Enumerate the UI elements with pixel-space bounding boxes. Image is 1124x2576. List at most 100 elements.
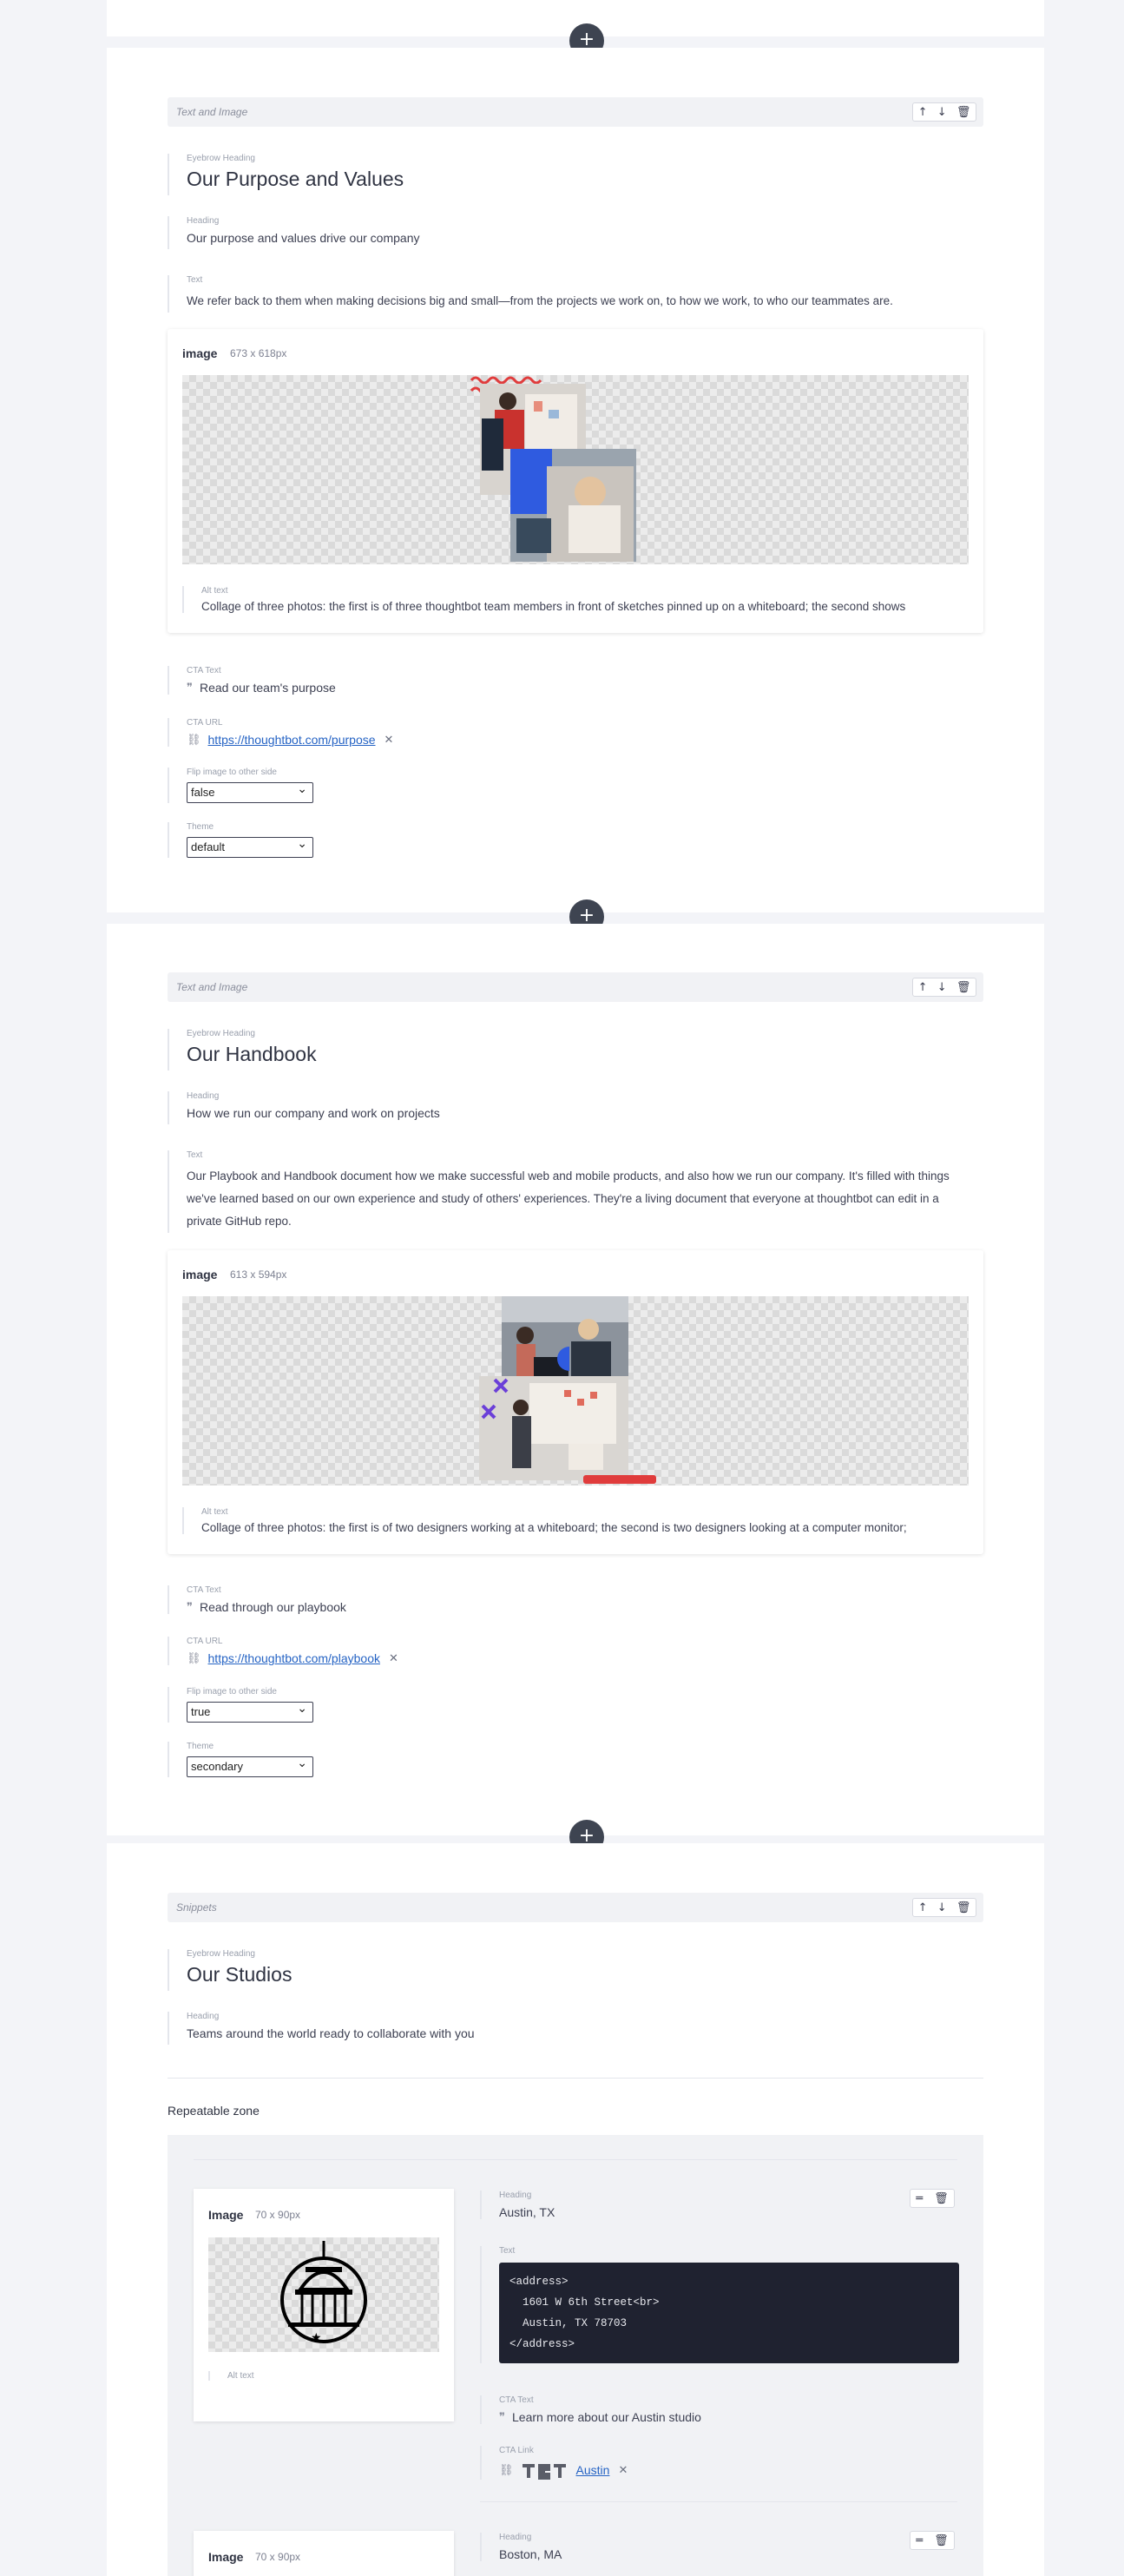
alt-text-field[interactable]: Alt text Collage of three photos: the fi… [182, 1507, 968, 1534]
field-label: CTA Text [187, 666, 221, 675]
cta-text-field[interactable]: CTA Text ❞ Read our team's purpose [168, 666, 336, 695]
drag-handle-icon[interactable]: ═ [916, 2534, 923, 2547]
capitol-building-icon: ★ [280, 2241, 367, 2345]
item-heading-field[interactable]: Heading Austin, TX [480, 2191, 555, 2219]
item-heading-field[interactable]: Heading Boston, MA [480, 2533, 562, 2561]
delete-icon[interactable]: 🗑 [934, 2192, 949, 2205]
field-label: Text [187, 275, 203, 285]
heading-field[interactable]: Heading How we run our company and work … [168, 1091, 440, 1124]
block-controls: ↑ ↓ 🗑 [912, 1898, 976, 1917]
alt-text[interactable]: Collage of three photos: the first is of… [201, 600, 968, 613]
heading-field[interactable]: Heading Teams around the world ready to … [168, 2012, 475, 2045]
image-preview[interactable] [182, 375, 969, 564]
image-size: 613 x 594px [230, 1268, 287, 1281]
field-label: Eyebrow Heading [187, 1029, 255, 1038]
block-type-label: Text and Image [176, 106, 248, 118]
item-text-field[interactable]: Text <address> 1601 W 6th Street<br> Aus… [480, 2246, 959, 2363]
flip-field[interactable]: Flip image to other side true [168, 1687, 313, 1723]
image-size: 673 x 618px [230, 347, 287, 359]
cta-url-field[interactable]: CTA URL ⛓ https://thoughtbot.com/purpose ✕ [168, 718, 393, 747]
move-up-icon[interactable]: ↑ [918, 106, 928, 119]
heading-field[interactable]: Heading Our purpose and values drive our… [168, 216, 419, 249]
theme-select[interactable]: secondary [187, 1754, 313, 1777]
heading-text[interactable]: Teams around the world ready to collabor… [187, 2026, 475, 2040]
image-preview[interactable] [182, 1296, 969, 1486]
theme-field[interactable]: Theme default [168, 822, 313, 858]
text-field[interactable]: Text We refer back to them when making d… [168, 275, 966, 313]
studio-image-card: Image 70 x 90px ★ Alt text [194, 2189, 454, 2421]
code-block[interactable]: <address> 1601 W 6th Street<br> Austin, … [499, 2263, 959, 2363]
remove-link-icon[interactable]: ✕ [385, 734, 394, 747]
field-label: Alt text [201, 586, 228, 596]
quote-icon: ❞ [499, 2410, 505, 2424]
item-controls: ═ 🗑 [910, 2189, 955, 2208]
block-panel-purpose: Text and Image ↑ ↓ 🗑 Eyebrow Heading Our… [107, 48, 1044, 912]
field-label: CTA URL [187, 718, 223, 728]
item-cta-text-field[interactable]: CTA Text ❞ Learn more about our Austin st… [480, 2395, 701, 2424]
alt-text[interactable]: Collage of three photos: the first is of… [201, 1521, 968, 1534]
body-text[interactable]: Our Playbook and Handbook document how w… [187, 1165, 966, 1233]
move-down-icon[interactable]: ↓ [937, 981, 947, 994]
field-label: Theme [187, 822, 214, 832]
move-down-icon[interactable]: ↓ [937, 106, 947, 119]
remove-link-icon[interactable]: ✕ [618, 2464, 628, 2477]
heading-text[interactable]: How we run our company and work on proje… [187, 1106, 440, 1120]
cta-url-link[interactable]: https://thoughtbot.com/purpose [208, 733, 376, 747]
item-heading[interactable]: Boston, MA [499, 2547, 562, 2561]
delete-icon[interactable]: 🗑 [934, 2534, 949, 2547]
drag-handle-icon[interactable]: ═ [916, 2192, 923, 2205]
alt-text-field[interactable]: Alt text [208, 2371, 425, 2381]
theme-field[interactable]: Theme secondary [168, 1742, 313, 1777]
field-label: Theme [187, 1742, 214, 1751]
field-label: Heading [499, 2191, 532, 2200]
field-label: CTA Link [499, 2446, 534, 2455]
image-preview[interactable]: ★ [208, 2237, 439, 2352]
field-label: Alt text [201, 1507, 228, 1517]
eyebrow-field[interactable]: Eyebrow Heading Our Handbook [168, 1029, 317, 1071]
cta-text[interactable]: Read our team's purpose [200, 681, 336, 695]
image-card-title: Image [208, 2550, 244, 2564]
collage-image [479, 1296, 656, 1484]
remove-link-icon[interactable]: ✕ [389, 1652, 398, 1665]
heading-text[interactable]: Our purpose and values drive our company [187, 231, 419, 245]
delete-icon[interactable]: 🗑 [956, 106, 971, 119]
delete-icon[interactable]: 🗑 [956, 1901, 971, 1914]
item-heading[interactable]: Austin, TX [499, 2205, 555, 2219]
flip-select[interactable]: false [187, 780, 313, 803]
field-label: Alt text [227, 2371, 254, 2381]
item-cta-link-field[interactable]: CTA Link ⛓ Austin ✕ [480, 2446, 628, 2480]
body-text[interactable]: We refer back to them when making decisi… [187, 290, 966, 313]
delete-icon[interactable]: 🗑 [956, 981, 971, 994]
image-card: image 673 x 618px Alt text Collage of th… [168, 329, 983, 633]
block-controls: ↑ ↓ 🗑 [912, 978, 976, 997]
cta-url-field[interactable]: CTA URL ⛓ https://thoughtbot.com/playbook… [168, 1637, 398, 1665]
theme-select[interactable]: default [187, 834, 313, 858]
field-label: Heading [187, 216, 220, 226]
cta-link[interactable]: Austin [576, 2463, 610, 2477]
cta-url-link[interactable]: https://thoughtbot.com/playbook [208, 1651, 380, 1665]
block-toolbar: Text and Image ↑ ↓ 🗑 [168, 972, 983, 1002]
svg-text:★: ★ [311, 2331, 322, 2345]
cta-text[interactable]: Read through our playbook [200, 1600, 346, 1614]
eyebrow-heading[interactable]: Our Handbook [187, 1043, 317, 1066]
eyebrow-field[interactable]: Eyebrow Heading Our Studios [168, 1949, 292, 1991]
move-up-icon[interactable]: ↑ [918, 1901, 928, 1914]
eyebrow-field[interactable]: Eyebrow Heading Our Purpose and Values [168, 154, 404, 195]
eyebrow-heading[interactable]: Our Purpose and Values [187, 168, 404, 191]
studio-image-card: Image 70 x 90px [194, 2531, 454, 2576]
cta-text[interactable]: Learn more about our Austin studio [512, 2410, 701, 2424]
eyebrow-heading[interactable]: Our Studios [187, 1963, 292, 1986]
collage-image [470, 376, 636, 562]
field-label: Flip image to other side [187, 1687, 277, 1696]
text-field[interactable]: Text Our Playbook and Handbook document … [168, 1150, 966, 1233]
field-label: Heading [187, 1091, 220, 1101]
flip-field[interactable]: Flip image to other side false [168, 768, 313, 803]
flip-select[interactable]: true [187, 1699, 313, 1723]
move-down-icon[interactable]: ↓ [937, 1901, 947, 1914]
move-up-icon[interactable]: ↑ [918, 981, 928, 994]
block-type-label: Snippets [176, 1901, 217, 1914]
alt-text-field[interactable]: Alt text Collage of three photos: the fi… [182, 586, 968, 613]
field-label: CTA Text [499, 2395, 534, 2405]
cta-text-field[interactable]: CTA Text ❞ Read through our playbook [168, 1585, 346, 1614]
link-icon: ⛓ [499, 2463, 514, 2477]
